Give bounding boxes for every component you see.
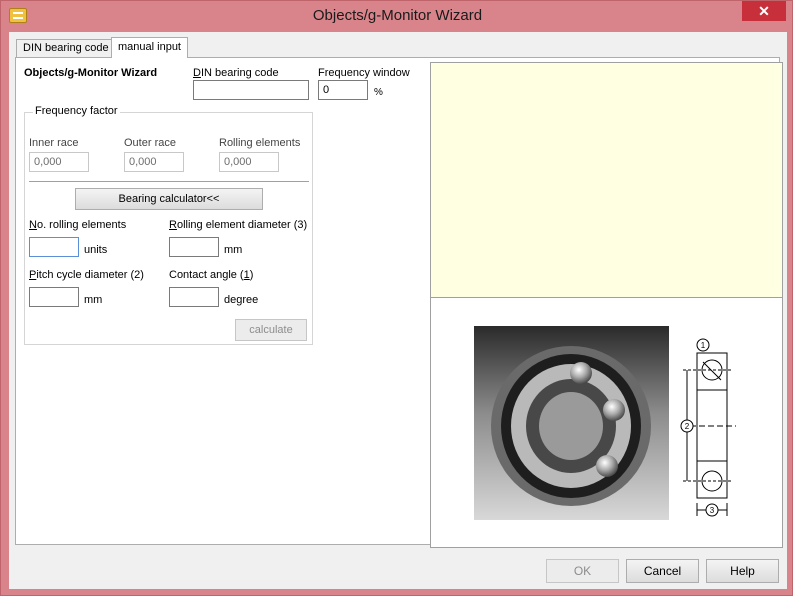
diagram-label-pitch: 2 <box>685 422 690 431</box>
diagram-label-width: 3 <box>710 506 715 515</box>
dialog-window: Objects/g-Monitor Wizard ✕ DIN bearing c… <box>0 0 793 596</box>
cancel-button[interactable]: Cancel <box>626 559 699 583</box>
rolling-element-diameter-input[interactable] <box>169 237 219 257</box>
no-rolling-elements-unit: units <box>84 244 108 256</box>
calculate-button: calculate <box>235 319 307 341</box>
inner-race-input: 0,000 <box>29 152 89 172</box>
pitch-cycle-diameter-unit: mm <box>84 294 103 306</box>
tab-din-bearing-code[interactable]: DIN bearing code <box>16 39 116 57</box>
ok-button: OK <box>546 559 619 583</box>
bearing-photo <box>474 326 669 520</box>
din-bearing-code-label: DIN bearing code <box>193 67 279 79</box>
contact-angle-input[interactable] <box>169 287 219 307</box>
rolling-element-diameter-unit: mm <box>224 244 243 256</box>
rolling-elements-label: Rolling elements <box>219 137 301 149</box>
frequency-window-input[interactable]: 0 <box>318 80 368 100</box>
contact-angle-unit: degree <box>224 294 259 306</box>
pitch-cycle-diameter-label: Pitch cycle diameter (2) <box>29 269 144 281</box>
din-bearing-code-input[interactable] <box>193 80 309 100</box>
frequency-window-label: Frequency window <box>318 67 410 79</box>
bearing-cross-section-diagram <box>680 338 736 517</box>
diagram-label-angle: 1 <box>701 341 706 350</box>
bearing-calculator-button[interactable]: Bearing calculator<< <box>75 188 263 210</box>
title-bar[interactable]: Objects/g-Monitor Wizard ✕ <box>1 1 793 31</box>
tab-manual-input[interactable]: manual input <box>111 37 188 58</box>
rolling-element-diameter-label: Rolling element diameter (3) <box>169 219 308 231</box>
info-panel <box>430 62 783 298</box>
frequency-factor-title: Frequency factor <box>33 105 120 117</box>
rolling-elements-input: 0,000 <box>219 152 279 172</box>
frequency-factor-group: Frequency factor Inner race 0,000 Outer … <box>24 105 313 345</box>
bearing-photo-and-diagram: 1 2 3 <box>474 326 736 520</box>
inner-race-label: Inner race <box>29 137 79 149</box>
bearing-image-panel: 1 2 3 <box>430 298 783 548</box>
no-rolling-elements-input[interactable] <box>29 237 79 257</box>
tab-panel-manual-input: Objects/g-Monitor Wizard DIN bearing cod… <box>15 57 783 548</box>
form-header: Objects/g-Monitor Wizard <box>24 67 158 79</box>
frequency-window-unit: % <box>374 87 383 98</box>
help-button[interactable]: Help <box>706 559 779 583</box>
contact-angle-label: Contact angle (1) <box>169 269 254 281</box>
outer-race-label: Outer race <box>124 137 176 149</box>
close-button[interactable]: ✕ <box>742 1 786 21</box>
dialog-client-area: DIN bearing code manual input Objects/g-… <box>9 32 787 589</box>
window-title: Objects/g-Monitor Wizard <box>312 7 483 24</box>
pitch-cycle-diameter-input[interactable] <box>29 287 79 307</box>
outer-race-input: 0,000 <box>124 152 184 172</box>
group-separator <box>29 181 309 182</box>
no-rolling-elements-label: No. rolling elements <box>29 219 127 231</box>
